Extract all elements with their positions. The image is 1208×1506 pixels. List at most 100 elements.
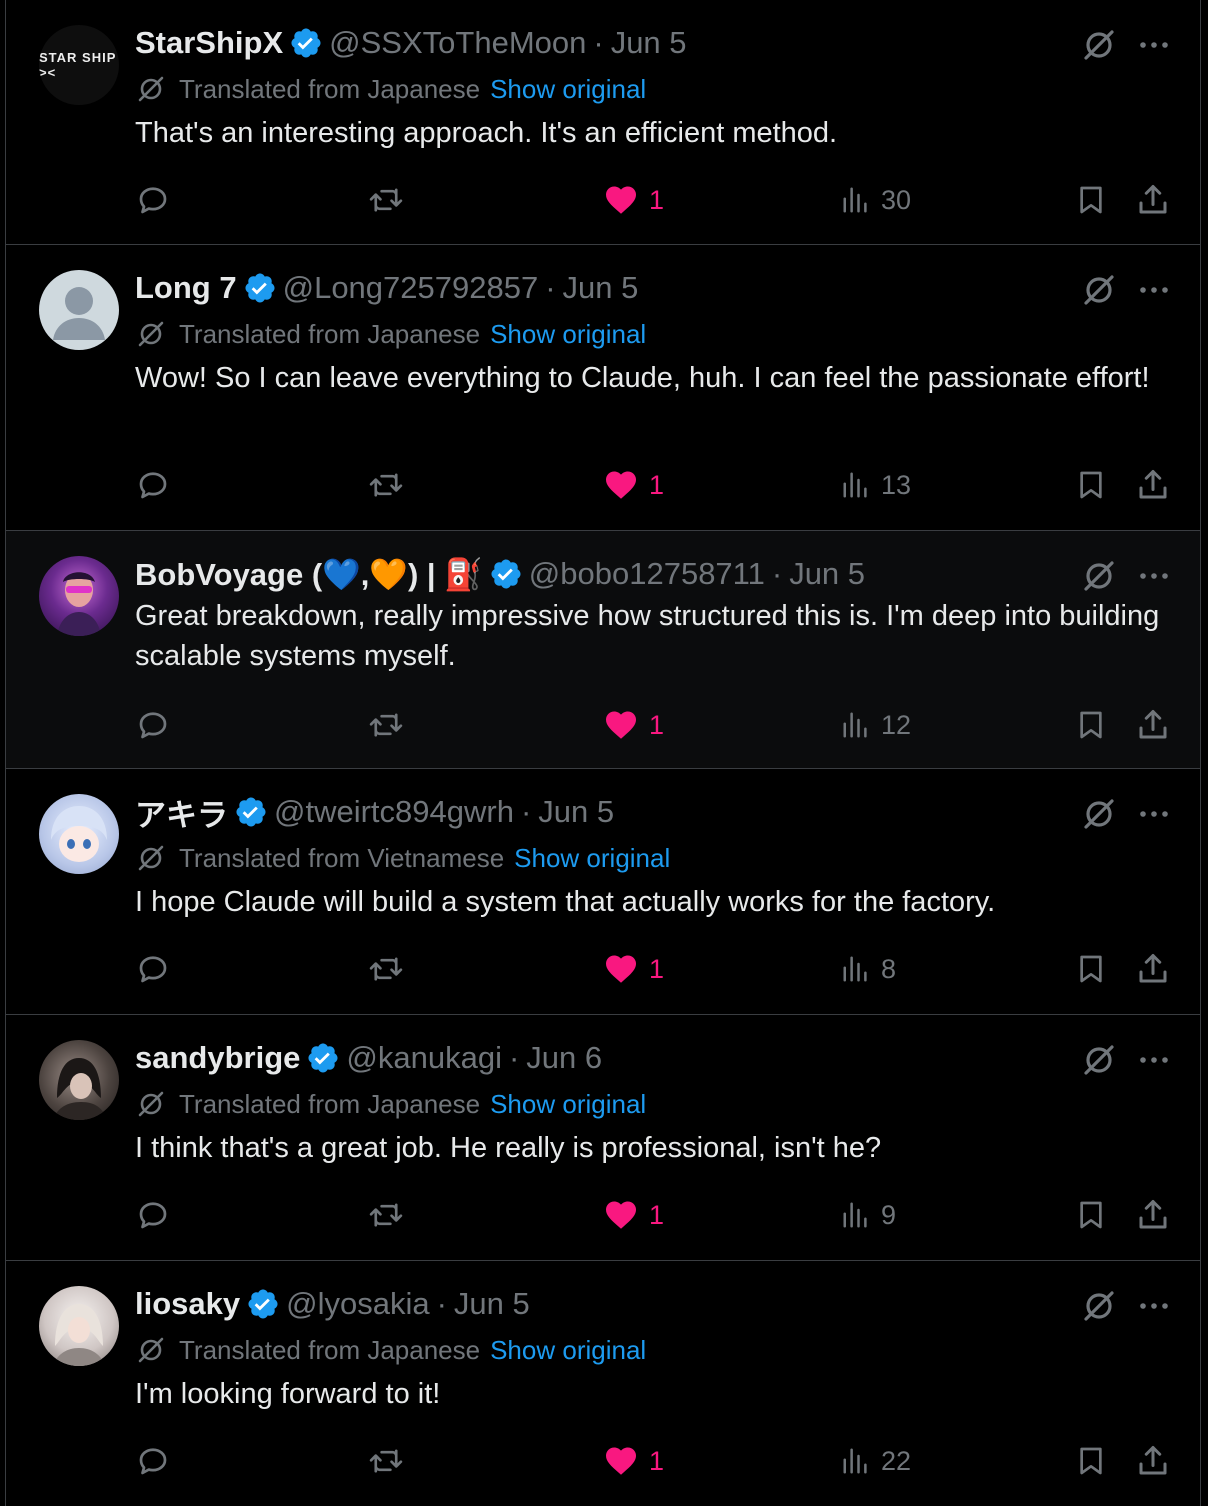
bob-avatar-illustration [57,572,101,636]
bookmark-button[interactable] [1075,1195,1107,1235]
like-button[interactable]: 1 [603,705,664,745]
more-options-icon[interactable] [1138,557,1170,595]
views-button[interactable]: 12 [841,705,911,745]
display-name[interactable]: StarShipX [135,25,283,61]
avatar[interactable]: STAR SHIP >< [39,25,119,105]
grok-icon[interactable] [1080,557,1118,595]
repost-button[interactable] [367,949,405,989]
post-date[interactable]: Jun 5 [789,556,865,592]
show-original-link[interactable]: Show original [490,1089,646,1120]
tweet[interactable]: liosaky @lyosakia · Jun 5 Translated fro… [6,1261,1200,1506]
grok-icon[interactable] [1080,1041,1118,1079]
repost-button[interactable] [367,180,405,220]
translate-icon [138,76,164,102]
user-handle[interactable]: @bobo12758711 [529,556,765,592]
reply-button[interactable] [135,949,171,989]
like-count: 1 [649,184,665,215]
share-button[interactable] [1135,705,1171,745]
more-options-icon[interactable] [1138,271,1170,309]
avatar[interactable] [39,794,119,874]
avatar[interactable] [39,556,119,636]
share-button[interactable] [1135,949,1171,989]
repost-button[interactable] [367,465,405,505]
like-button[interactable]: 1 [603,1195,664,1235]
share-button[interactable] [1135,1195,1171,1235]
like-button[interactable]: 1 [603,465,664,505]
reply-button[interactable] [135,705,171,745]
show-original-link[interactable]: Show original [514,843,670,874]
show-original-link[interactable]: Show original [490,1335,646,1366]
avatar[interactable] [39,270,119,350]
display-name[interactable]: BobVoyage (💙,🧡) | ⛽ [135,556,483,593]
avatar[interactable] [39,1040,119,1120]
show-original-link[interactable]: Show original [490,74,646,105]
display-name[interactable]: liosaky [135,1286,240,1322]
views-button[interactable]: 30 [841,180,911,220]
reply-button[interactable] [135,1195,171,1235]
repost-button[interactable] [367,705,405,745]
more-options-icon[interactable] [1138,26,1170,64]
display-name[interactable]: アキラ [135,790,228,835]
user-handle[interactable]: @tweirtc894gwrh [274,794,514,830]
views-button[interactable]: 9 [841,1195,896,1235]
post-date[interactable]: Jun 6 [526,1040,602,1076]
user-handle[interactable]: @Long725792857 [283,270,539,306]
grok-icon[interactable] [1080,271,1118,309]
view-count: 22 [881,1445,912,1476]
post-date[interactable]: Jun 5 [538,794,614,830]
default-avatar-icon [53,287,105,340]
reply-icon [139,472,167,499]
views-button[interactable]: 13 [841,465,911,505]
tweet[interactable]: sandybrige @kanukagi · Jun 6 Translated … [6,1015,1200,1261]
verified-badge-icon [308,1043,338,1073]
post-date[interactable]: Jun 5 [611,25,687,61]
tweet[interactable]: BobVoyage (💙,🧡) | ⛽ @bobo12758711 · Jun … [6,531,1200,769]
share-button[interactable] [1135,465,1171,505]
post-date[interactable]: Jun 5 [454,1286,530,1322]
bookmark-button[interactable] [1075,1441,1107,1481]
tweet[interactable]: Long 7 @Long725792857 · Jun 5 Translated… [6,245,1200,531]
views-button[interactable]: 22 [841,1441,911,1481]
like-button[interactable]: 1 [603,1441,664,1481]
reply-button[interactable] [135,465,171,505]
like-button[interactable]: 1 [603,949,664,989]
share-button[interactable] [1135,180,1171,220]
repost-icon [369,1449,403,1473]
grok-icon[interactable] [1080,1287,1118,1325]
bookmark-button[interactable] [1075,705,1107,745]
reply-button[interactable] [135,180,171,220]
grok-icon[interactable] [1080,26,1118,64]
tweet-text: I think that's a great job. He really is… [135,1132,882,1164]
bookmark-button[interactable] [1075,465,1107,505]
user-handle[interactable]: @lyosakia [286,1286,429,1322]
verified-badge-icon [236,797,266,827]
tweet[interactable]: STAR SHIP >< StarShipX @SSXToTheMoon · J… [6,0,1200,245]
more-options-icon[interactable] [1138,1041,1170,1079]
tweet[interactable]: アキラ @tweirtc894gwrh · Jun 5 Translated f… [6,769,1200,1015]
display-name[interactable]: Long 7 [135,270,237,306]
translate-icon [138,845,164,871]
like-button[interactable]: 1 [603,180,664,220]
share-icon [1139,470,1167,499]
repost-icon [369,1203,403,1227]
view-count: 13 [881,469,912,500]
repost-button[interactable] [367,1441,405,1481]
grok-icon[interactable] [1080,795,1118,833]
more-options-icon[interactable] [1138,795,1170,833]
repost-icon [369,957,403,981]
repost-button[interactable] [367,1195,405,1235]
bookmark-button[interactable] [1075,180,1107,220]
views-button[interactable]: 8 [841,949,896,989]
more-options-icon[interactable] [1138,1287,1170,1325]
display-name[interactable]: sandybrige [135,1040,300,1076]
reply-button[interactable] [135,1441,171,1481]
avatar[interactable] [39,1286,119,1366]
user-handle[interactable]: @SSXToTheMoon [329,25,586,61]
reply-icon [139,187,167,214]
user-handle[interactable]: @kanukagi [346,1040,502,1076]
post-date[interactable]: Jun 5 [563,270,639,306]
bookmark-button[interactable] [1075,949,1107,989]
view-count: 30 [881,184,912,215]
show-original-link[interactable]: Show original [490,319,646,350]
share-button[interactable] [1135,1441,1171,1481]
